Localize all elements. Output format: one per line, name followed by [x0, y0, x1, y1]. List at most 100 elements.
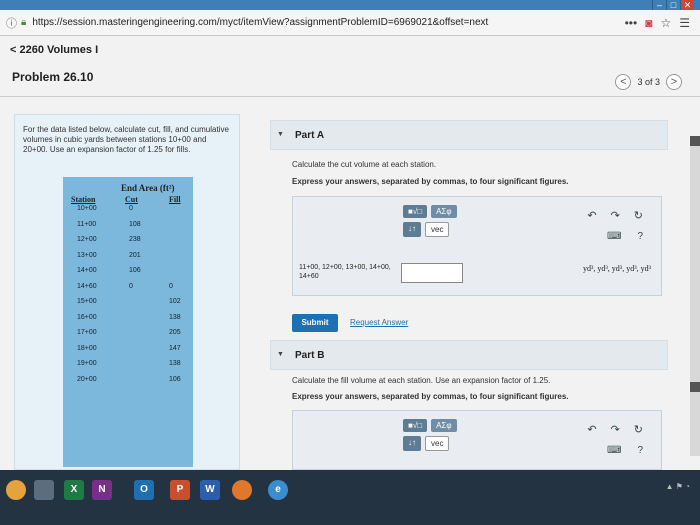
reset-icon[interactable]: ↻	[634, 423, 643, 436]
ie-icon[interactable]: e	[268, 480, 288, 500]
part-b-header[interactable]: ▼ Part B	[270, 340, 668, 370]
math-toolbar: ■√□ ΑΣφ ↓↑ vec	[403, 419, 457, 451]
table-header-station: Station	[71, 195, 96, 204]
station-cell: 18+00	[77, 344, 97, 352]
part-b-instruction: Calculate the fill volume at each statio…	[292, 376, 551, 385]
scroll-up-button[interactable]	[690, 136, 700, 146]
breadcrumb[interactable]: < 2260 Volumes I	[10, 44, 98, 56]
answer-input[interactable]	[401, 263, 463, 283]
app-icon-2[interactable]	[34, 480, 54, 500]
templates-button[interactable]: ■√□	[403, 205, 428, 218]
aux-icons: ⌨ ?	[607, 231, 643, 242]
part-a-label: Part A	[295, 130, 325, 141]
submit-button[interactable]: Submit	[292, 314, 338, 332]
cut-cell: 238	[129, 236, 141, 243]
arrows-button[interactable]: ↓↑	[403, 436, 421, 451]
more-icon[interactable]: •••	[625, 16, 638, 30]
scroll-down-button[interactable]	[690, 382, 700, 392]
powerpoint-icon[interactable]: P	[170, 480, 190, 500]
keyboard-icon[interactable]: ⌨	[607, 445, 621, 456]
minimize-button[interactable]: –	[652, 0, 666, 10]
menu-icon[interactable]: ☰	[679, 16, 690, 30]
header-divider	[0, 96, 700, 97]
system-tray[interactable]: ▲ ⚑ ◔	[666, 482, 690, 491]
cut-cell: 201	[129, 251, 141, 259]
arrows-button[interactable]: ↓↑	[403, 222, 421, 237]
onenote-icon[interactable]: N	[92, 480, 112, 500]
firefox-icon[interactable]	[232, 480, 252, 500]
cut-cell: 0	[129, 282, 133, 290]
taskbar: X N O P W e ▲ ⚑ ◔	[0, 470, 700, 525]
problem-pager: < 3 of 3 >	[615, 74, 682, 90]
part-b-format-instruction: Express your answers, separated by comma…	[292, 392, 569, 401]
cut-cell: 108	[129, 220, 141, 228]
vec-button[interactable]: vec	[425, 222, 450, 237]
outlook-icon[interactable]: O	[134, 480, 154, 500]
station-cell: 11+00	[77, 220, 97, 228]
table-row: 19+00 138	[63, 360, 193, 373]
help-icon[interactable]: ?	[637, 445, 643, 456]
lock-icon[interactable]: 🔒︎	[21, 17, 26, 28]
part-a-format-instruction: Express your answers, separated by comma…	[292, 177, 569, 186]
close-button[interactable]: ✕	[680, 0, 694, 10]
browser-tools: ••• ◙ ☆ ☰	[625, 16, 700, 30]
fill-cell: 138	[169, 313, 181, 321]
star-icon[interactable]: ☆	[660, 16, 671, 30]
math-toolbar: ■√□ ΑΣφ ↓↑ vec	[403, 205, 457, 237]
edit-icons: ↶ ↷ ↻	[587, 423, 643, 436]
problem-statement-panel: For the data listed below, calculate cut…	[14, 114, 240, 470]
table-row: 14+00 106	[63, 267, 193, 280]
maximize-button[interactable]: □	[666, 0, 680, 10]
table-row: 16+00 138	[63, 314, 193, 327]
fill-cell: 102	[169, 298, 181, 305]
next-problem-button[interactable]: >	[666, 74, 682, 90]
table-row: 14+60 0 0	[63, 283, 193, 296]
address-bar: ⓘ 🔒︎ https://session.masteringengineerin…	[0, 10, 700, 36]
station-cell: 12+00	[77, 236, 97, 243]
symbols-button[interactable]: ΑΣφ	[431, 205, 457, 218]
help-icon[interactable]: ?	[637, 231, 643, 242]
part-a-header[interactable]: ▼ Part A	[270, 120, 668, 150]
url-field[interactable]: https://session.masteringengineering.com…	[32, 17, 624, 28]
station-cell: 13+00	[77, 251, 97, 259]
fill-cell: 147	[169, 344, 181, 352]
problem-text: For the data listed below, calculate cut…	[23, 125, 229, 154]
fill-cell: 205	[169, 329, 181, 336]
vertical-scrollbar[interactable]	[690, 136, 700, 456]
page-content: < 2260 Volumes I Problem 26.10 < 3 of 3 …	[0, 36, 700, 470]
templates-button[interactable]: ■√□	[403, 419, 428, 432]
aux-icons: ⌨ ?	[607, 445, 643, 456]
vec-button[interactable]: vec	[425, 436, 450, 451]
app-icon-1[interactable]	[6, 480, 26, 500]
undo-icon[interactable]: ↶	[587, 209, 596, 222]
redo-icon[interactable]: ↷	[611, 423, 620, 436]
collapse-icon: ▼	[277, 351, 284, 358]
station-cell: 15+00	[77, 298, 97, 305]
redo-icon[interactable]: ↷	[611, 209, 620, 222]
window-controls: – □ ✕	[652, 0, 694, 10]
previous-problem-button[interactable]: <	[615, 74, 632, 90]
page-title: Problem 26.10	[12, 70, 94, 84]
pager-position: 3 of 3	[637, 77, 660, 87]
station-cell: 20+00	[77, 375, 97, 383]
fill-cell: 138	[169, 360, 181, 367]
undo-icon[interactable]: ↶	[587, 423, 596, 436]
keyboard-icon[interactable]: ⌨	[607, 231, 621, 242]
station-cell: 19+00	[77, 360, 97, 367]
table-row: 18+00 147	[63, 345, 193, 358]
cut-cell: 0	[129, 205, 133, 212]
answer-units: yd³, yd³, yd³, yd³, yd³	[583, 264, 651, 273]
window-titlebar: – □ ✕	[0, 0, 700, 10]
table-row: 15+00 102	[63, 298, 193, 311]
reset-icon[interactable]: ↻	[634, 209, 643, 222]
collapse-icon: ▼	[277, 131, 284, 138]
symbols-button[interactable]: ΑΣφ	[431, 419, 457, 432]
station-cell: 14+00	[77, 267, 97, 274]
info-icon[interactable]: ⓘ	[6, 15, 17, 31]
request-answer-link[interactable]: Request Answer	[350, 318, 408, 327]
table-header-cut: Cut	[125, 195, 138, 204]
word-icon[interactable]: W	[200, 480, 220, 500]
pocket-icon[interactable]: ◙	[645, 16, 652, 30]
excel-icon[interactable]: X	[64, 480, 84, 500]
station-cell: 17+00	[77, 329, 97, 336]
